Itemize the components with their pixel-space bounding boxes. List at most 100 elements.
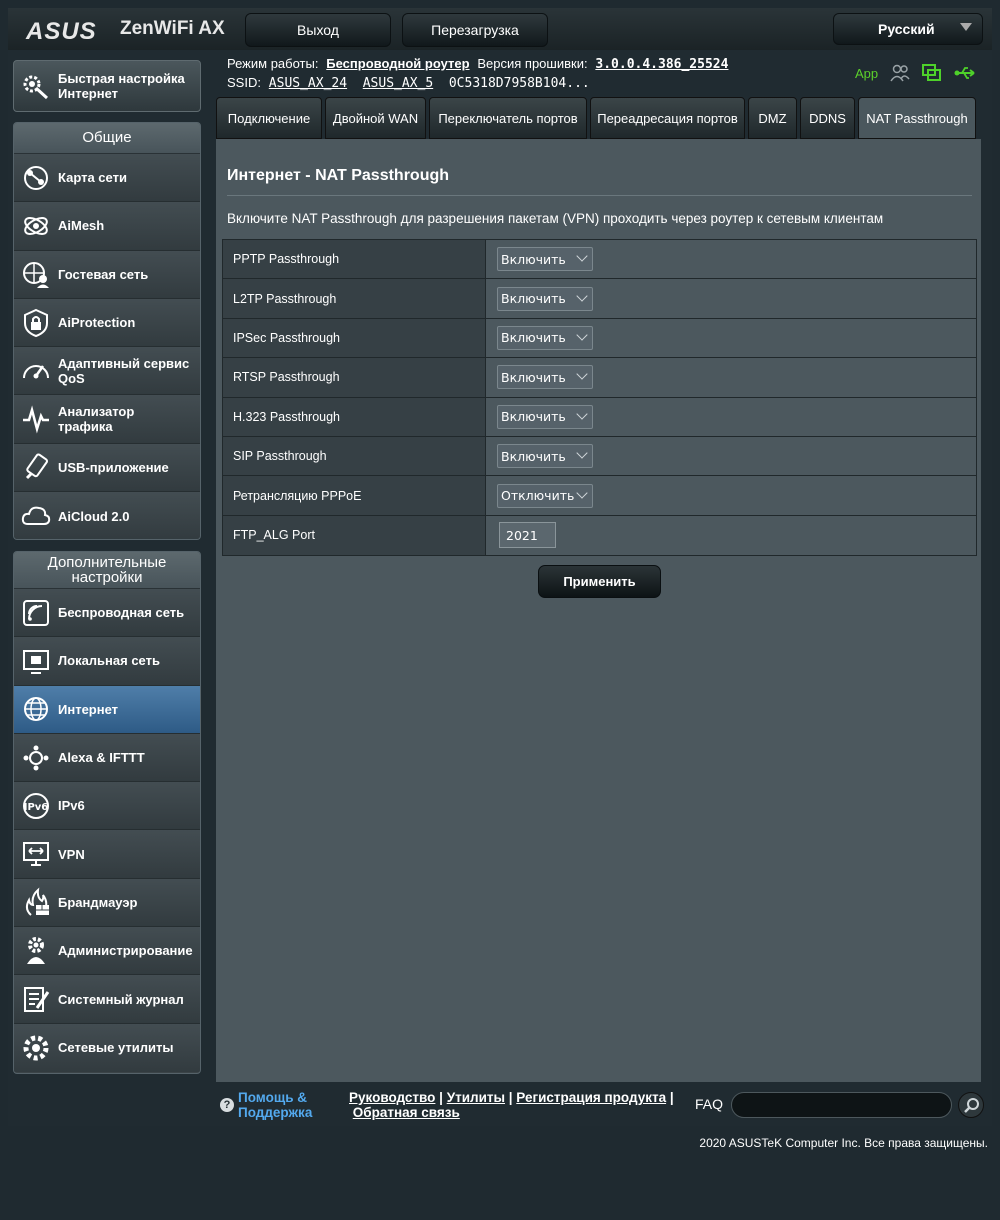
- clients-icon[interactable]: [890, 64, 910, 82]
- sidebar-item-qos[interactable]: Адаптивный сервис QoS: [14, 347, 200, 396]
- speedometer-icon: [23, 364, 49, 379]
- utilities-link[interactable]: Утилиты: [447, 1090, 505, 1105]
- row-label: L2TP Passthrough: [223, 279, 486, 318]
- pptp-select[interactable]: Включить: [497, 247, 593, 272]
- sidebar-item-vpn[interactable]: VPN: [14, 830, 200, 879]
- sidebar-item-alexa-ifttt[interactable]: Alexa & IFTTT: [14, 733, 200, 783]
- cloud-icon: [21, 506, 51, 526]
- page-description: Включите NAT Passthrough для разрешения …: [227, 211, 884, 226]
- l2tp-select[interactable]: Включить: [497, 286, 593, 311]
- asus-logo: ASUS: [26, 18, 97, 45]
- svg-text:IPv6: IPv6: [24, 802, 49, 813]
- sidebar-item-guest-network[interactable]: Гостевая сеть: [14, 250, 200, 299]
- table-row: Ретрансляцию PPPoE Отключить: [223, 476, 976, 516]
- row-label: IPSec Passthrough: [223, 318, 486, 358]
- chevron-down-icon: [576, 250, 588, 262]
- wireless-icon: [23, 599, 49, 626]
- row-label: PPTP Passthrough: [223, 240, 486, 279]
- firewall-icon: [25, 887, 49, 917]
- firmware-link[interactable]: 3.0.0.4.386_25524: [595, 57, 728, 72]
- ssid-3: 0C5318D7958B104...: [448, 76, 590, 91]
- sidebar-item-lan[interactable]: Локальная сеть: [14, 637, 200, 686]
- nat-settings-table: PPTP Passthrough Включить L2TP Passthrou…: [222, 239, 977, 557]
- faq-search-input[interactable]: [731, 1092, 952, 1118]
- feedback-link[interactable]: Обратная связь: [353, 1105, 460, 1120]
- ssid-24-link[interactable]: ASUS_AX_24: [269, 76, 347, 91]
- app-link[interactable]: App: [855, 66, 878, 81]
- quick-internet-setup-button[interactable]: Быстрая настройка Интернет: [13, 60, 201, 112]
- usb-status-icon[interactable]: [954, 66, 976, 80]
- ipsec-select[interactable]: Включить: [497, 325, 593, 350]
- row-label: FTP_ALG Port: [223, 515, 486, 556]
- model-name: ZenWiFi AX: [120, 18, 225, 39]
- table-row: PPTP Passthrough Включить: [223, 240, 976, 280]
- table-row: FTP_ALG Port 2021: [223, 515, 976, 556]
- globe-icon: [24, 697, 48, 722]
- language-select[interactable]: Русский: [833, 13, 983, 45]
- footer: ? Помощь & Поддержка Руководство | Утили…: [216, 1084, 986, 1124]
- tab-ddns[interactable]: DDNS: [800, 97, 855, 139]
- sidebar-item-network-map[interactable]: Карта сети: [14, 154, 200, 203]
- footer-links: Руководство | Утилиты | Регистрация прод…: [349, 1090, 674, 1120]
- chevron-down-icon: [576, 329, 588, 341]
- sidebar-item-firewall[interactable]: Брандмауэр: [14, 878, 200, 928]
- tab-dmz[interactable]: DMZ: [748, 97, 797, 139]
- vpn-icon: [23, 842, 49, 867]
- alexa-icon: [23, 745, 49, 771]
- pppoe-relay-select[interactable]: Отключить: [497, 483, 593, 508]
- operation-mode-link[interactable]: Беспроводной роутер: [326, 56, 469, 71]
- row-label: RTSP Passthrough: [223, 358, 486, 397]
- sidebar-item-administration[interactable]: Администрирование: [14, 927, 200, 976]
- main-panel: Интернет - NAT Passthrough Включите NAT …: [216, 139, 981, 1082]
- ftp-alg-port-input[interactable]: 2021: [499, 522, 556, 549]
- register-product-link[interactable]: Регистрация продукта: [516, 1090, 666, 1105]
- table-row: IPSec Passthrough Включить: [223, 318, 976, 359]
- faq-search-button[interactable]: [958, 1092, 984, 1118]
- aimesh-icon: [24, 217, 48, 235]
- advanced-menu: Дополнительные настройки Беспроводная се…: [13, 551, 201, 1074]
- quick-setup-label: Быстрая настройка Интернет: [58, 71, 185, 101]
- page-title: Интернет - NAT Passthrough: [227, 167, 450, 184]
- ipv6-icon: IPv6: [23, 792, 49, 819]
- sidebar-item-ipv6[interactable]: IPv6 IPv6: [14, 782, 200, 831]
- sidebar-item-wireless[interactable]: Беспроводная сеть: [14, 589, 200, 638]
- sidebar-item-network-tools[interactable]: Сетевые утилиты: [14, 1023, 200, 1072]
- help-support-link[interactable]: Помощь & Поддержка: [238, 1090, 312, 1120]
- sidebar-item-usb-application[interactable]: USB-приложение: [14, 443, 200, 493]
- chevron-down-icon: [576, 447, 588, 459]
- table-row: L2TP Passthrough Включить: [223, 279, 976, 319]
- tab-port-trigger[interactable]: Переключатель портов: [429, 97, 587, 139]
- row-label: SIP Passthrough: [223, 436, 486, 476]
- h323-select[interactable]: Включить: [497, 404, 593, 429]
- chevron-down-icon: [576, 408, 588, 420]
- search-icon: [964, 1098, 979, 1113]
- reboot-button[interactable]: Перезагрузка: [402, 13, 548, 47]
- sip-select[interactable]: Включить: [497, 444, 593, 469]
- sidebar-item-aicloud[interactable]: AiCloud 2.0: [14, 492, 200, 539]
- tab-port-forwarding[interactable]: Переадресация портов: [590, 97, 745, 139]
- general-menu: Общие Карта сети AiMesh Гостевая сеть Ai…: [13, 122, 201, 540]
- tab-nat-passthrough[interactable]: NAT Passthrough: [858, 97, 976, 139]
- network-status-icon[interactable]: [922, 64, 942, 82]
- guest-network-icon: [23, 262, 49, 289]
- logout-button[interactable]: Выход: [245, 13, 391, 47]
- sidebar-item-traffic-analyzer[interactable]: Анализатор трафика: [14, 395, 200, 444]
- status-icons: App: [855, 64, 976, 82]
- chevron-down-icon: [576, 486, 588, 499]
- rtsp-select[interactable]: Включить: [497, 365, 593, 390]
- sidebar-item-internet[interactable]: Интернет: [14, 685, 200, 734]
- sidebar-item-aiprotection[interactable]: AiProtection: [14, 298, 200, 348]
- tools-gear-icon: [23, 1035, 49, 1061]
- manual-link[interactable]: Руководство: [349, 1090, 435, 1105]
- tab-dual-wan[interactable]: Двойной WAN: [325, 97, 426, 139]
- general-header: Общие: [14, 123, 200, 154]
- lan-icon: [23, 649, 49, 674]
- sidebar-item-aimesh[interactable]: AiMesh: [14, 202, 200, 251]
- admin-gear-icon: [27, 936, 45, 964]
- tab-connection[interactable]: Подключение: [216, 97, 322, 139]
- sidebar-item-system-log[interactable]: Системный журнал: [14, 975, 200, 1024]
- apply-button[interactable]: Применить: [538, 565, 661, 598]
- ssid-5-link[interactable]: ASUS_AX_5: [363, 76, 433, 91]
- log-icon: [24, 987, 50, 1013]
- network-map-icon: [24, 165, 48, 190]
